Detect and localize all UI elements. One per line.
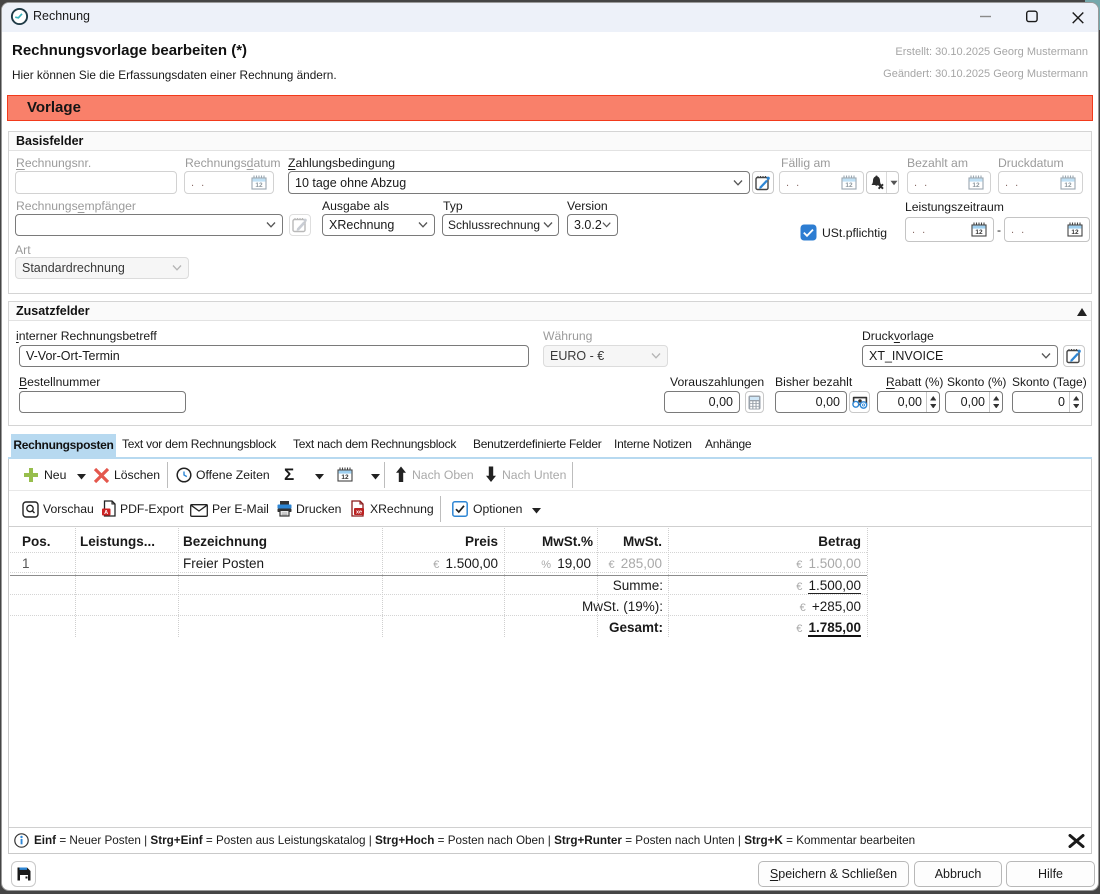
svg-text:A: A <box>104 510 108 516</box>
svg-text:12: 12 <box>1071 229 1079 236</box>
svg-text:12: 12 <box>255 182 263 189</box>
svg-text:12: 12 <box>972 182 980 189</box>
svg-text:12: 12 <box>845 182 853 189</box>
svg-text:12: 12 <box>1064 182 1072 189</box>
svg-text:12: 12 <box>975 229 983 236</box>
svg-text:12: 12 <box>341 474 349 481</box>
svg-text:xe: xe <box>356 510 362 516</box>
